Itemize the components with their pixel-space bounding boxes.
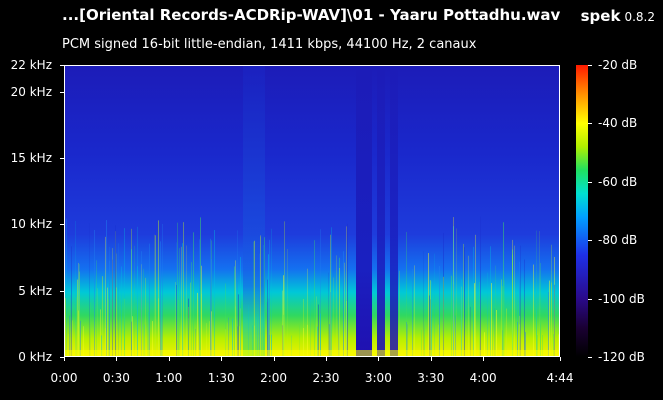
spectrogram-plot [64,65,560,357]
time-tick [64,357,65,361]
time-tick-label: 3:30 [417,371,445,385]
time-tick-label: 4:44 [546,371,574,385]
stream-info: PCM signed 16-bit little-endian, 1411 kb… [62,37,477,52]
time-tick [116,357,117,361]
app-name: spek [580,7,621,25]
colorbar-tick [588,299,592,300]
time-tick [169,357,170,361]
time-tick-label: 4:00 [469,371,497,385]
colorbar-tick [588,357,592,358]
file-title: ...[Oriental Records-ACDRip-WAV]\01 - Ya… [62,6,561,24]
colorbar-label: -40 dB [598,116,638,131]
colorbar-tick [588,182,592,183]
time-tick [274,357,275,361]
spectrogram-break-1 [356,66,372,356]
colorbar-label: -80 dB [598,233,638,248]
time-tick [221,357,222,361]
frequency-tick-label: 0 kHz [18,350,52,364]
spectrogram-break-3 [390,66,398,356]
time-tick-label: 1:00 [155,371,183,385]
frequency-tick-label: 15 kHz [10,150,52,165]
colorbar-label: -20 dB [598,58,638,72]
colorbar-label: -120 dB [598,350,645,364]
frequency-tick-label: 10 kHz [10,217,52,232]
time-tick [560,357,561,361]
colorbar-tick [588,240,592,241]
frequency-tick [60,158,64,159]
frequency-tick [60,65,64,66]
frequency-tick [60,92,64,93]
time-tick-label: 3:00 [364,371,392,385]
time-tick-label: 2:30 [312,371,340,385]
app-label: spek 0.8.2 [581,6,655,25]
spectrogram-image [65,66,559,356]
colorbar-tick [588,123,592,124]
time-tick-label: 0:30 [102,371,130,385]
frequency-tick-label: 20 kHz [10,84,52,99]
time-tick-label: 2:00 [260,371,288,385]
app-version: 0.8.2 [624,10,655,24]
colorbar-tick [588,65,592,66]
time-tick [431,357,432,361]
frequency-tick-label: 22 kHz [10,58,52,72]
frequency-tick [60,291,64,292]
low-frequency-band [65,350,559,356]
spectrogram-base [65,66,559,356]
time-tick [483,357,484,361]
time-tick-label: 1:30 [207,371,235,385]
colorbar-label: -100 dB [598,291,645,306]
frequency-tick-label: 5 kHz [18,283,52,298]
colorbar [576,65,588,357]
colorbar-label: -60 dB [598,174,638,189]
frequency-tick [60,224,64,225]
time-tick-label: 0:00 [50,371,78,385]
spectrogram-break-2 [377,66,385,356]
time-tick [326,357,327,361]
time-tick [378,357,379,361]
